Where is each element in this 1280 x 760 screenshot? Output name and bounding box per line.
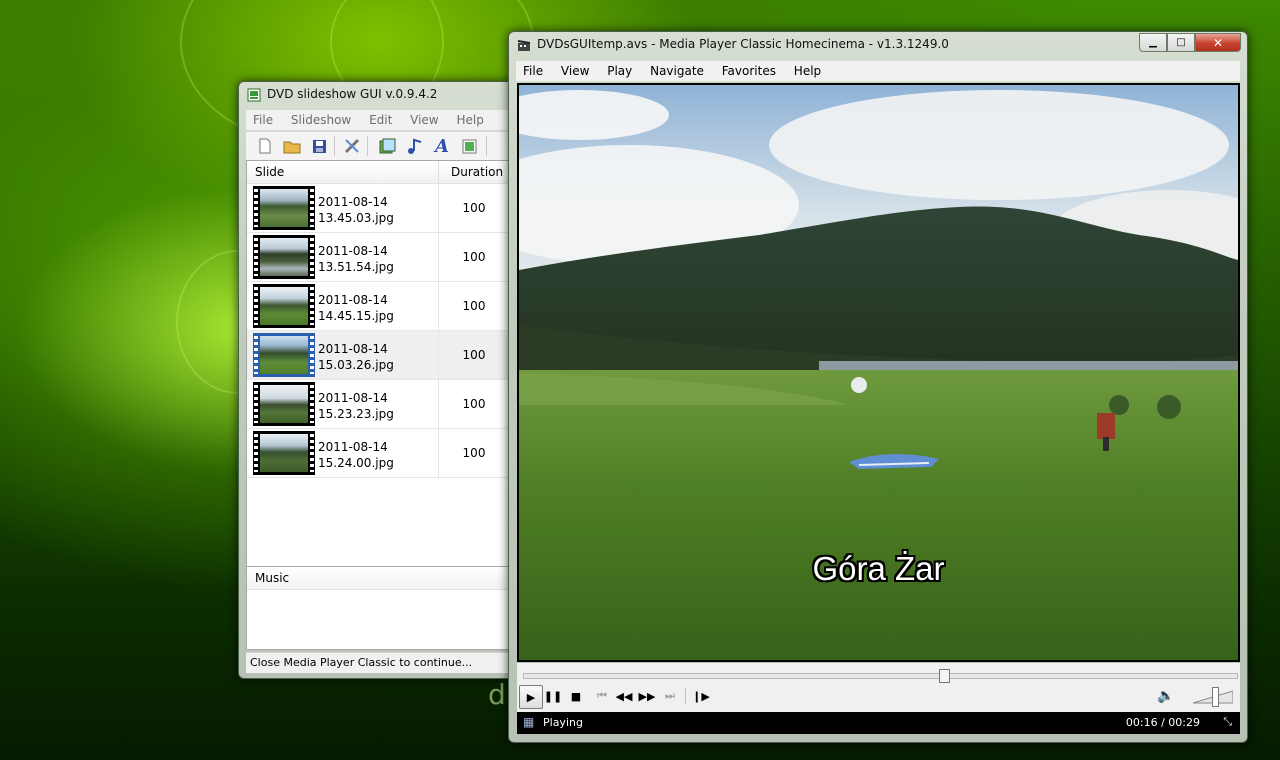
- menu-view[interactable]: View: [554, 61, 596, 79]
- seek-thumb[interactable]: [939, 669, 951, 683]
- slide-date: 2011-08-14: [318, 342, 388, 356]
- slide-thumbnail: [253, 284, 315, 328]
- open-folder-icon[interactable]: [283, 137, 301, 155]
- slide-filename: 15.03.26.jpg: [318, 358, 394, 372]
- slide-duration[interactable]: 100: [439, 250, 509, 264]
- music-header-label: Music: [255, 571, 290, 585]
- previous-button[interactable]: ⏮: [591, 685, 613, 707]
- slide-date: 2011-08-14: [318, 244, 388, 258]
- volume-thumb[interactable]: [1212, 687, 1220, 707]
- new-file-icon[interactable]: [256, 137, 274, 155]
- music-list[interactable]: Music: [246, 566, 510, 650]
- dvd-menubar: File Slideshow Edit View Help: [246, 110, 516, 130]
- close-button[interactable]: ✕: [1195, 33, 1241, 52]
- column-header-duration[interactable]: Duration: [451, 165, 503, 179]
- menu-navigate[interactable]: Navigate: [643, 61, 711, 79]
- speaker-icon[interactable]: 🔈: [1155, 685, 1177, 707]
- slide-row[interactable]: 2011-08-14 13.51.54.jpg 100: [247, 233, 509, 282]
- app-icon: [247, 88, 261, 102]
- slide-date: 2011-08-14: [318, 440, 388, 454]
- music-list-header: Music: [247, 567, 509, 590]
- mpc-menubar: File View Play Navigate Favorites Help: [516, 61, 1240, 81]
- slide-duration[interactable]: 100: [439, 348, 509, 362]
- playback-time: 00:16 / 00:29: [1125, 716, 1200, 729]
- next-button[interactable]: ⏭: [659, 685, 681, 707]
- mpc-statusbar: ▦ Playing 00:16 / 00:29 ⤡: [517, 712, 1240, 734]
- slide-thumbnail: [253, 333, 315, 377]
- tools-icon[interactable]: [343, 137, 361, 155]
- column-header-slide[interactable]: Slide: [255, 165, 284, 179]
- window-controls: ▁ □ ✕: [1139, 33, 1241, 52]
- toolbar-separator: [334, 136, 335, 156]
- slide-thumbnail: [253, 431, 315, 475]
- slide-duration[interactable]: 100: [439, 446, 509, 460]
- dvd-status-text: Close Media Player Classic to continue..…: [250, 656, 473, 669]
- video-frame[interactable]: Góra Żar: [517, 83, 1240, 662]
- dvd-titlebar[interactable]: DVD slideshow GUI v.0.9.4.2: [239, 82, 529, 108]
- seek-bar[interactable]: [523, 669, 1238, 683]
- player-controls: ▶ ❚❚ ■ ⏮ ◀◀ ▶▶ ⏭ ❙▶ 🔈: [517, 663, 1240, 712]
- controls-separator: [685, 688, 686, 704]
- slide-duration[interactable]: 100: [439, 397, 509, 411]
- maximize-button[interactable]: □: [1167, 33, 1195, 52]
- toolbar-separator: [486, 136, 487, 156]
- slide-row[interactable]: 2011-08-14 15.23.23.jpg 100: [247, 380, 509, 429]
- desktop-text: d: [488, 678, 506, 711]
- slide-filename: 13.51.54.jpg: [318, 260, 394, 274]
- slide-row[interactable]: 2011-08-14 14.45.15.jpg 100: [247, 282, 509, 331]
- dvd-slideshow-window[interactable]: DVD slideshow GUI v.0.9.4.2 File Slidesh…: [238, 81, 530, 679]
- menu-play[interactable]: Play: [600, 61, 639, 79]
- menu-edit[interactable]: Edit: [362, 110, 399, 128]
- menu-help[interactable]: Help: [787, 61, 828, 79]
- menu-help[interactable]: Help: [449, 110, 490, 128]
- playback-status: Playing: [543, 716, 583, 729]
- slide-filename: 14.45.15.jpg: [318, 309, 394, 323]
- play-button[interactable]: ▶: [519, 685, 543, 709]
- volume-slider[interactable]: [1192, 687, 1234, 707]
- slide-date: 2011-08-14: [318, 293, 388, 307]
- subtitle-caption: Góra Żar: [812, 550, 945, 587]
- minimize-button[interactable]: ▁: [1139, 33, 1167, 52]
- mpc-window-title: DVDsGUItemp.avs - Media Player Classic H…: [537, 37, 949, 51]
- menu-file[interactable]: File: [516, 61, 550, 79]
- save-icon[interactable]: [310, 137, 328, 155]
- slide-thumbnail: [253, 382, 315, 426]
- fullscreen-icon[interactable]: ⤡: [1223, 715, 1232, 729]
- image-icon[interactable]: [460, 137, 478, 155]
- fast-forward-button[interactable]: ▶▶: [636, 685, 658, 707]
- add-slide-icon[interactable]: [378, 137, 396, 155]
- slide-filename: 15.24.00.jpg: [318, 456, 394, 470]
- dvd-toolbar: A: [246, 131, 516, 160]
- pause-button[interactable]: ❚❚: [542, 685, 564, 707]
- slide-thumbnail: [253, 235, 315, 279]
- slide-filename: 15.23.23.jpg: [318, 407, 394, 421]
- menu-file[interactable]: File: [246, 110, 280, 128]
- frame-step-button[interactable]: ❙▶: [690, 685, 712, 707]
- slide-row[interactable]: 2011-08-14 13.45.03.jpg 100: [247, 184, 509, 233]
- dvd-statusbar: Close Media Player Classic to continue..…: [246, 652, 508, 673]
- dvd-window-title: DVD slideshow GUI v.0.9.4.2: [267, 87, 438, 101]
- slide-row[interactable]: 2011-08-14 15.24.00.jpg 100: [247, 429, 509, 478]
- slide-duration[interactable]: 100: [439, 299, 509, 313]
- menu-favorites[interactable]: Favorites: [715, 61, 783, 79]
- slide-date: 2011-08-14: [318, 195, 388, 209]
- film-clapper-icon: [517, 38, 531, 52]
- menu-slideshow[interactable]: Slideshow: [284, 110, 358, 128]
- slide-duration[interactable]: 100: [439, 201, 509, 215]
- menu-view[interactable]: View: [403, 110, 445, 128]
- slide-date: 2011-08-14: [318, 391, 388, 405]
- media-player-window[interactable]: DVDsGUItemp.avs - Media Player Classic H…: [508, 31, 1248, 743]
- toolbar-separator: [367, 136, 368, 156]
- slide-thumbnail: [253, 186, 315, 230]
- add-music-icon[interactable]: [405, 137, 423, 155]
- rewind-button[interactable]: ◀◀: [613, 685, 635, 707]
- status-icon: ▦: [523, 715, 535, 729]
- text-icon[interactable]: A: [433, 136, 451, 157]
- stop-button[interactable]: ■: [565, 685, 587, 707]
- mpc-titlebar[interactable]: DVDsGUItemp.avs - Media Player Classic H…: [509, 32, 1247, 58]
- slide-row-selected[interactable]: 2011-08-14 15.03.26.jpg 100: [247, 331, 509, 380]
- slide-list-header: Slide Duration: [247, 161, 509, 184]
- slide-filename: 13.45.03.jpg: [318, 211, 394, 225]
